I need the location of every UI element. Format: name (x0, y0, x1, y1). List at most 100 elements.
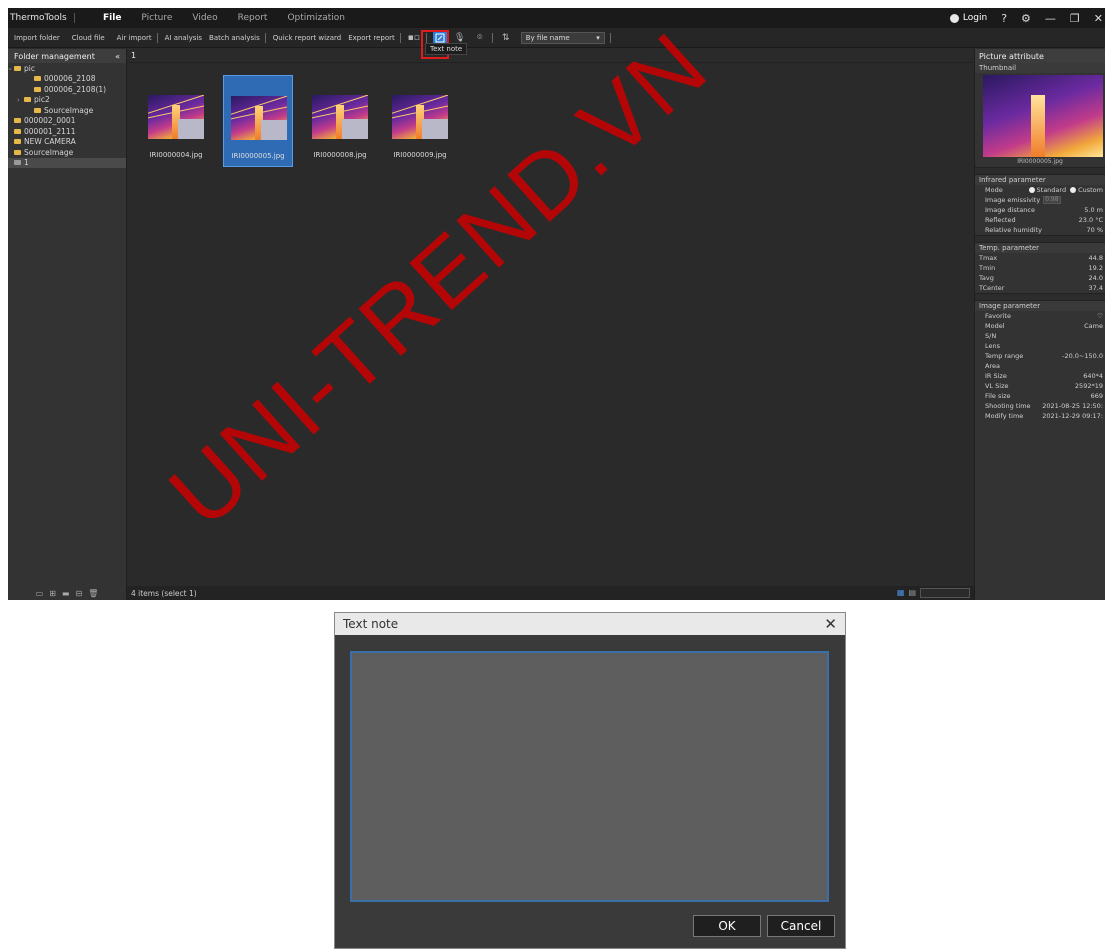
import-folder-button[interactable]: Import folder (14, 34, 60, 42)
collapse-icon[interactable]: « (115, 52, 120, 61)
temp-row: Tmin 19.2 (975, 263, 1105, 273)
menu-optimization[interactable]: Optimization (287, 13, 345, 23)
temp-row: Tavg 24.0 (975, 273, 1105, 283)
mode-row: Mode Standard Custom (975, 185, 1105, 195)
sort-icon[interactable]: ⇅ (499, 31, 513, 45)
mode-custom-radio[interactable] (1070, 187, 1077, 193)
login-button[interactable]: Login (949, 13, 987, 23)
dialog-title: Text note (343, 617, 399, 631)
batch-analysis-button[interactable]: Batch analysis (209, 34, 260, 42)
app-window: ThermoTools File Picture Video Report Op… (8, 8, 1105, 600)
folder-tree-item[interactable]: SourceImage (8, 105, 126, 116)
thermal-image (312, 95, 368, 139)
image-param-row: Modify time 2021-12-29 09:17: (975, 411, 1105, 421)
close-icon[interactable]: ✕ (824, 615, 837, 633)
image-thumbnail[interactable]: IRI0000009.jpg (385, 75, 455, 167)
sort-value: By file name (525, 33, 570, 42)
text-note-dialog: Text note ✕ OK Cancel (334, 612, 846, 949)
toolbar-divider (264, 32, 266, 43)
minimize-icon[interactable]: — (1045, 12, 1056, 25)
image-param-row: Shooting time 2021-08-25 12:50: (975, 401, 1105, 411)
thermal-image (148, 95, 204, 139)
mode-standard-radio[interactable] (1028, 187, 1035, 193)
folder-tree-item[interactable]: 1 (8, 157, 126, 168)
mode-custom-label: Custom (1078, 186, 1103, 194)
folder-tree-item[interactable]: ⌄ pic (8, 63, 126, 74)
thermal-image (231, 96, 287, 140)
camera-icon[interactable]: ⌾ (473, 31, 487, 45)
status-bar: 4 items (select 1) ▦ ▤ (127, 586, 974, 600)
note-textarea[interactable] (350, 651, 829, 902)
view-toggle: ▦ ▤ (897, 588, 916, 597)
attribute-panel-title: Picture attribute (975, 49, 1105, 63)
mode-standard-label: Standard (1036, 186, 1067, 194)
image-thumbnail[interactable]: IRI0000008.jpg (305, 75, 375, 167)
tooltip: Text note (425, 43, 468, 55)
add-folder-icon[interactable]: ⊞ (49, 589, 56, 598)
folder-tree-item[interactable]: 000006_2108(1) (8, 84, 126, 95)
folder-label: 000006_2108(1) (44, 84, 107, 94)
menu-bar: ThermoTools File Picture Video Report Op… (8, 8, 1105, 28)
thumbnail-filename: IRI0000008.jpg (313, 151, 367, 159)
temp-value: 19.2 (1088, 264, 1103, 272)
humidity-value: 70 % (1086, 226, 1103, 234)
image-param-label: Temp range (985, 352, 1024, 360)
image-thumbnail[interactable]: IRI0000004.jpg (141, 75, 211, 167)
cancel-button[interactable]: Cancel (767, 915, 835, 937)
image-param-row: IR Size 640*4 (975, 371, 1105, 381)
toolbar-divider (156, 32, 158, 43)
toolbar-divider (609, 32, 611, 43)
temp-value: 44.8 (1088, 254, 1103, 262)
delete-icon[interactable]: 🗑 (88, 589, 98, 598)
help-icon[interactable]: ? (1001, 12, 1007, 25)
folder-icon (34, 107, 41, 113)
menu-file[interactable]: File (103, 13, 121, 23)
sort-dropdown[interactable]: By file name ▾ (520, 31, 605, 44)
emissivity-label: Image emissivity (985, 196, 1041, 204)
folder-tree-item[interactable]: › pic2 (8, 95, 126, 106)
cloud-file-button[interactable]: Cloud file (72, 34, 105, 42)
settings-icon[interactable]: ⚙ (1021, 12, 1031, 25)
menu-report[interactable]: Report (238, 13, 268, 23)
folder-icon[interactable]: ▬ (62, 589, 70, 598)
image-thumbnail[interactable]: IRI0000005.jpg (223, 75, 293, 167)
folder-tree-item[interactable]: NEW CAMERA (8, 137, 126, 148)
folder-label: 1 (24, 158, 29, 168)
expand-arrow-icon[interactable]: › (17, 96, 24, 104)
ai-analysis-button[interactable]: AI analysis (165, 34, 202, 42)
folder-label: NEW CAMERA (24, 137, 76, 147)
ok-button[interactable]: OK (693, 915, 761, 937)
folder-tree-item[interactable]: 000001_2111 (8, 126, 126, 137)
folder-panel-header: Folder management « (8, 49, 126, 63)
restore-icon[interactable]: ❐ (1070, 12, 1080, 25)
folder-label: 000002_0001 (24, 116, 76, 126)
grid-view-icon[interactable]: ▦ (897, 588, 905, 597)
folder-tree-item[interactable]: 000006_2108 (8, 74, 126, 85)
image-param-row: File size 669 (975, 391, 1105, 401)
folder-icon (14, 139, 21, 145)
compare-icon[interactable]: ▪▫ (407, 31, 421, 45)
folder-tree-item[interactable]: 000002_0001 (8, 116, 126, 127)
quick-report-wizard-button[interactable]: Quick report wizard (273, 34, 341, 42)
search-input[interactable] (920, 588, 970, 598)
dialog-title-bar: Text note ✕ (335, 613, 845, 635)
menu-picture[interactable]: Picture (141, 13, 172, 23)
emissivity-row: Image emissivity 0.98 (975, 195, 1105, 205)
folder-icon (34, 76, 41, 82)
thermal-image (392, 95, 448, 139)
monitor-icon[interactable]: ▭ (36, 589, 44, 598)
list-view-icon[interactable]: ▤ (908, 588, 916, 597)
image-param-value: -20.0~150.0 (1062, 352, 1103, 360)
humidity-label: Relative humidity (985, 226, 1042, 234)
close-icon[interactable]: ✕ (1094, 12, 1103, 25)
image-param-label: Model (985, 322, 1005, 330)
emissivity-input[interactable]: 0.98 (1043, 196, 1062, 204)
image-param-label: IR Size (985, 372, 1007, 380)
image-param-label: Area (985, 362, 1000, 370)
export-report-button[interactable]: Export report (348, 34, 395, 42)
menu-video[interactable]: Video (192, 13, 217, 23)
folder-tree-item[interactable]: SourceImage (8, 147, 126, 158)
air-import-button[interactable]: Air import (117, 34, 152, 42)
refresh-icon[interactable]: ⊟ (75, 589, 82, 598)
image-param-row: VL Size 2592*19 (975, 381, 1105, 391)
